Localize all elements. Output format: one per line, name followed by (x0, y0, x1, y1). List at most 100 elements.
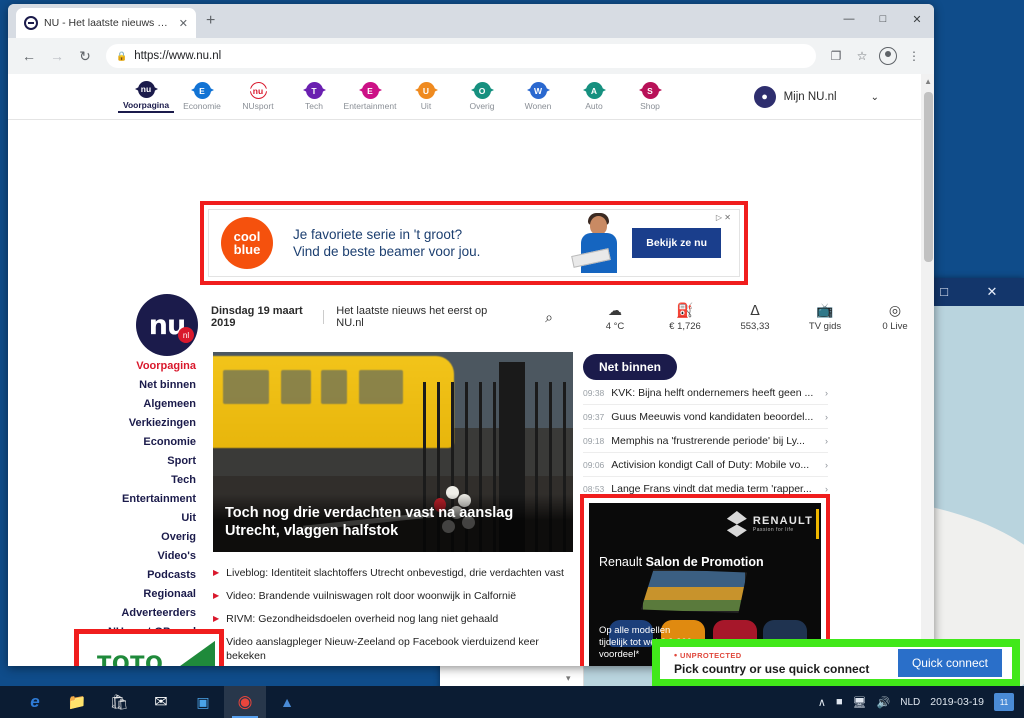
fuel-price-widget[interactable]: ⛽ € 1,726 (659, 302, 711, 332)
net-binnen-row[interactable]: 09:06 Activision kondigt Call of Duty: M… (583, 453, 828, 477)
taskbar-icon-chrome[interactable]: ◉ (224, 686, 266, 718)
quick-connect-button[interactable]: Quick connect (897, 649, 1002, 677)
coolblue-advertisement[interactable]: cool blue Je favoriete serie in 't groot… (208, 209, 740, 277)
article-row[interactable]: ▶ Liveblog: Identiteit slachtoffers Utre… (213, 561, 573, 584)
taskbar-icon-edge[interactable]: e (14, 686, 56, 718)
browser-tab[interactable]: NU - Het laatste nieuws het eers ✕ (16, 8, 196, 38)
nav-item-uit[interactable]: U Uit (398, 82, 454, 111)
nav-item-tech[interactable]: T Tech (286, 82, 342, 111)
headline[interactable]: Lange Frans vindt dat media term 'rapper… (611, 483, 818, 495)
sidebar-item-economie[interactable]: Economie (8, 432, 196, 451)
chrome-browser-window[interactable]: NU - Het laatste nieuws het eers ✕ + — □… (8, 4, 934, 666)
nav-item-voorpagina[interactable]: nu Voorpagina (118, 80, 174, 113)
sidebar-item-overig[interactable]: Overig (8, 527, 196, 546)
close-tab-icon[interactable]: ✕ (179, 17, 188, 30)
windows-taskbar[interactable]: e 📁 🛍 ✉ ▣ ◉ ▲ ∧ ■ 🖥 🔊 NLD 2019-03-19 11 (0, 686, 1024, 718)
nav-item-shop[interactable]: S Shop (622, 82, 678, 111)
language-indicator[interactable]: NLD (900, 697, 920, 708)
hero-article[interactable]: Toch nog drie verdachten vast na aanslag… (213, 352, 573, 552)
minimize-button[interactable]: — (832, 4, 866, 34)
profile-button[interactable] (876, 43, 900, 69)
weather-widget[interactable]: ☁ 4 °C (589, 302, 641, 332)
search-icon[interactable]: ⌕ (545, 309, 553, 326)
sidebar-item-uit[interactable]: Uit (8, 508, 196, 527)
sidebar-item-regionaal[interactable]: Regionaal (8, 584, 196, 603)
site-navigation[interactable]: nu Voorpagina E Economie nu NUsport T Te… (8, 74, 934, 120)
sidebar-item-adverteerders[interactable]: Adverteerders (8, 603, 196, 622)
new-tab-button[interactable]: + (206, 13, 215, 29)
chrome-menu-button[interactable]: ⋮ (902, 43, 926, 69)
chevron-down-icon[interactable]: ⌄ (871, 92, 879, 103)
sidebar-item-net-binnen[interactable]: Net binnen (8, 375, 196, 394)
system-tray[interactable]: ∧ ■ 🖥 🔊 NLD 2019-03-19 11 (818, 693, 1024, 711)
taskbar-icon-photos[interactable]: ▣ (182, 686, 224, 718)
hero-headline[interactable]: Toch nog drie verdachten vast na aanslag… (213, 494, 573, 552)
tab-strip[interactable]: NU - Het laatste nieuws het eers ✕ + — □… (8, 4, 934, 38)
scroll-down-icon[interactable]: ▾ (566, 673, 571, 684)
page-scrollbar[interactable]: ▲ ▼ (921, 74, 934, 666)
site-sidebar[interactable]: Voorpagina Net binnen Algemeen Verkiezin… (8, 356, 208, 641)
live-widget[interactable]: ◎ 0 Live (869, 302, 921, 332)
nav-item-auto[interactable]: A Auto (566, 82, 622, 111)
bookmark-star-icon[interactable]: ☆ (850, 43, 874, 69)
back-button[interactable]: ← (16, 43, 42, 69)
toto-advertisement[interactable]: TOTO TOTO.NL (83, 638, 215, 666)
quick-connect-bar[interactable]: • UNPROTECTED Pick country or use quick … (660, 647, 1012, 679)
net-binnen-row[interactable]: 09:37 Guus Meeuwis vond kandidaten beoor… (583, 405, 828, 429)
nav-item-overig[interactable]: O Overig (454, 82, 510, 111)
article-title[interactable]: RIVM: Gezondheidsdoelen overheid nog lan… (226, 612, 498, 626)
article-title[interactable]: Video aanslagpleger Nieuw-Zeeland op Fac… (226, 635, 573, 663)
taskbar-icon-mail[interactable]: ✉ (140, 686, 182, 718)
sidebar-item-podcasts[interactable]: Podcasts (8, 565, 196, 584)
nav-item-wonen[interactable]: W Wonen (510, 82, 566, 111)
reload-button[interactable]: ↻ (72, 43, 98, 69)
net-binnen-list[interactable]: 09:38 KVK: Bijna helft ondernemers heeft… (583, 381, 828, 501)
nav-item-economie[interactable]: E Economie (174, 82, 230, 111)
vpn-close-button[interactable]: ✕ (974, 278, 1010, 306)
article-title[interactable]: Liveblog: Identiteit slachtoffers Utrech… (226, 566, 564, 580)
article-title[interactable]: Video: Brandende vuilniswagen rolt door … (226, 589, 516, 603)
scroll-up-icon[interactable]: ▲ (924, 77, 932, 86)
browser-toolbar[interactable]: ← → ↻ 🔒 https://www.nu.nl ❐ ☆ ⋮ (8, 38, 934, 74)
nav-item-nusport[interactable]: nu NUsport (230, 82, 286, 111)
article-list[interactable]: ▶ Liveblog: Identiteit slachtoffers Utre… (213, 561, 573, 666)
taskbar-icon-nordvpn[interactable]: ▲ (266, 686, 308, 718)
scrollbar-thumb[interactable] (924, 92, 933, 262)
tv-guide-widget[interactable]: 📺 TV gids (799, 302, 851, 332)
window-controls[interactable]: — □ ✕ (832, 4, 934, 34)
nav-item-entertainment[interactable]: E Entertainment (342, 82, 398, 111)
close-button[interactable]: ✕ (900, 4, 934, 34)
show-hidden-icons-icon[interactable]: ∧ (818, 696, 826, 709)
article-row[interactable]: ▶ Video: Brandende vuilniswagen rolt doo… (213, 584, 573, 607)
tray-notification-badge[interactable]: 11 (994, 693, 1014, 711)
coolblue-cta-button[interactable]: Bekijk ze nu (632, 228, 721, 258)
address-bar[interactable]: 🔒 https://www.nu.nl (106, 44, 816, 68)
net-binnen-row[interactable]: 09:18 Memphis na 'frustrerende periode' … (583, 429, 828, 453)
article-row[interactable]: ▶ RIVM: Gezondheidsdoelen overheid nog l… (213, 607, 573, 630)
network-icon[interactable]: 🖥 (853, 696, 867, 709)
battery-icon[interactable]: ■ (836, 696, 843, 708)
headline[interactable]: Activision kondigt Call of Duty: Mobile … (611, 459, 818, 471)
sidebar-item-sport[interactable]: Sport (8, 451, 196, 470)
sidebar-item-algemeen[interactable]: Algemeen (8, 394, 196, 413)
sidebar-item-videos[interactable]: Video's (8, 546, 196, 565)
sidebar-item-tech[interactable]: Tech (8, 470, 196, 489)
stocks-widget[interactable]: ᐃ 553,33 (729, 302, 781, 332)
sidebar-item-entertainment[interactable]: Entertainment (8, 489, 196, 508)
taskbar-icon-microsoft-store[interactable]: 🛍 (98, 686, 140, 718)
headline[interactable]: Guus Meeuwis vond kandidaten beoordel... (611, 411, 818, 423)
net-binnen-row[interactable]: 09:38 KVK: Bijna helft ondernemers heeft… (583, 381, 828, 405)
forward-button[interactable]: → (44, 43, 70, 69)
maximize-button[interactable]: □ (866, 4, 900, 34)
volume-icon[interactable]: 🔊 (877, 696, 891, 709)
sidebar-item-voorpagina[interactable]: Voorpagina (8, 356, 196, 375)
adchoices-icon[interactable]: ▷ ✕ (716, 213, 731, 222)
account-menu[interactable]: ● Mijn NU.nl ⌄ (753, 86, 879, 108)
cast-icon[interactable]: ❐ (824, 43, 848, 69)
taskbar-icon-file-explorer[interactable]: 📁 (56, 686, 98, 718)
sidebar-item-verkiezingen[interactable]: Verkiezingen (8, 413, 196, 432)
headline[interactable]: Memphis na 'frustrerende periode' bij Ly… (611, 435, 818, 447)
headline[interactable]: KVK: Bijna helft ondernemers heeft geen … (611, 387, 818, 399)
article-row[interactable]: ▶ Video aanslagpleger Nieuw-Zeeland op F… (213, 630, 573, 666)
clock[interactable]: 2019-03-19 (930, 696, 984, 708)
